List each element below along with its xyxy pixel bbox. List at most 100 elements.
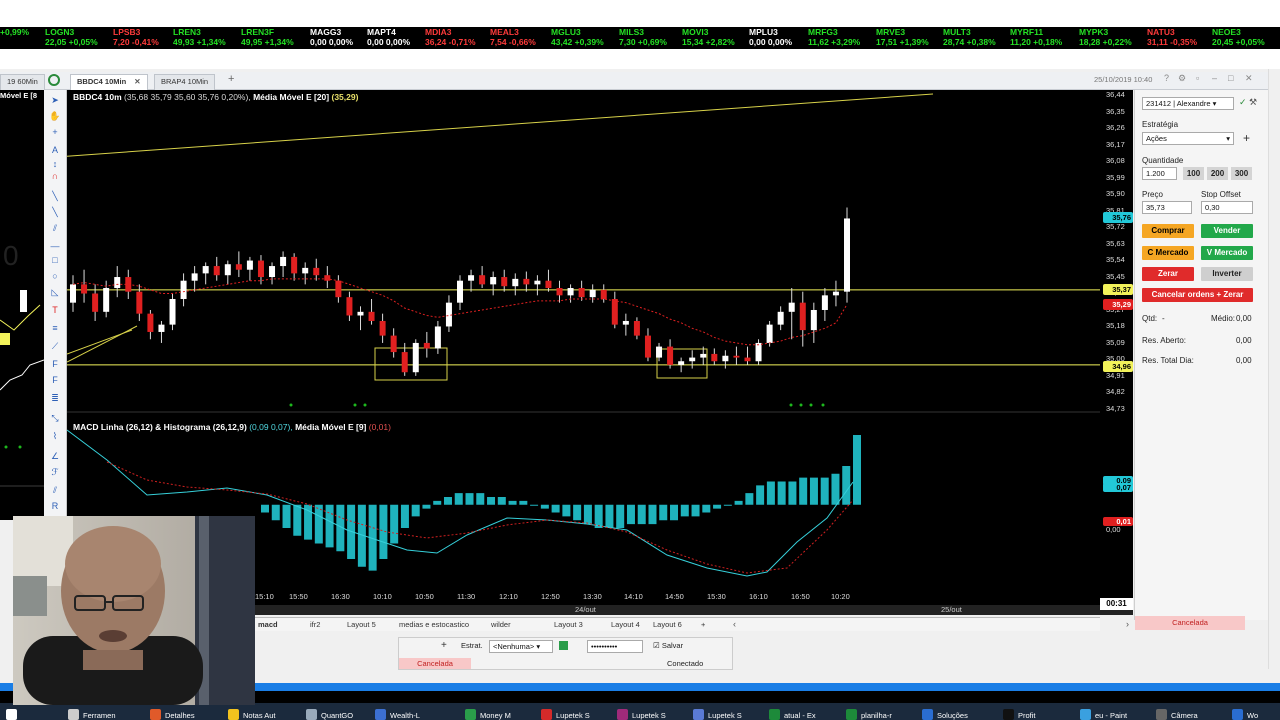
buy-button[interactable]: Comprar [1142, 224, 1194, 238]
fib-fan-icon[interactable]: ℱ [48, 466, 62, 478]
sell-market-button[interactable]: V Mercado [1201, 246, 1253, 260]
window-close-icon[interactable]: ✕ [1245, 73, 1253, 84]
text-tool-icon[interactable]: A [48, 144, 62, 156]
ticker-item[interactable]: LREN3F 49,95 +1,34% [241, 27, 294, 47]
ticker-item[interactable]: MULT3 28,74 +0,38% [943, 27, 996, 47]
ticker-item[interactable]: MYRF11 11,20 +0,18% [1010, 27, 1062, 47]
qty-300-button[interactable]: 300 [1231, 167, 1252, 180]
layout-tab[interactable]: ifr2 [310, 619, 320, 631]
ticker-item[interactable]: +0,99% [0, 27, 29, 37]
tab-brap4[interactable]: BRAP4 10Min [154, 74, 216, 90]
ticker-item[interactable]: MEAL3 7,54 -0,66% [490, 27, 536, 47]
layout-tab[interactable]: Layout 4 [611, 619, 640, 631]
secondary-chart-partial[interactable]: 0 [0, 90, 44, 520]
r-tool-icon[interactable]: R [48, 500, 62, 512]
pointer-icon[interactable]: ➤ [48, 94, 62, 106]
taskbar-item[interactable]: Detalhes [150, 709, 195, 720]
taskbar-item[interactable]: Notas Aut [228, 709, 276, 720]
hline-icon[interactable]: — [48, 240, 62, 252]
start-icon[interactable] [6, 709, 21, 720]
taskbar-item[interactable]: Lupetek S [693, 709, 742, 720]
stop-offset-input[interactable]: 0,30 [1201, 201, 1253, 214]
layout-tab[interactable]: Layout 3 [554, 619, 583, 631]
tabs-scroll-right-icon[interactable]: › [1126, 619, 1129, 629]
crosshair-icon[interactable]: + [48, 126, 62, 138]
ticker-item[interactable]: LOGN3 22,05 +0,05% [45, 27, 98, 47]
trendline-icon[interactable]: ╲ [48, 190, 62, 202]
ticker-item[interactable]: MILS3 7,30 +0,69% [619, 27, 667, 47]
add-icon[interactable]: + [441, 640, 447, 651]
minimize-icon[interactable]: – [1212, 73, 1217, 83]
layout-tab[interactable]: macd [258, 619, 278, 631]
tab-bbdc4[interactable]: BBDC4 10Min ✕ [70, 74, 148, 90]
triangle-icon[interactable]: ◺ [48, 286, 62, 298]
taskbar-item[interactable]: Wealth-L [375, 709, 420, 720]
ticker-item[interactable]: MRFG3 11,62 +3,29% [808, 27, 860, 47]
settings-icon[interactable]: ⚙ [1178, 73, 1186, 84]
ticker-item[interactable]: MPLU3 0,00 0,00% [749, 27, 792, 47]
ellipse-icon[interactable]: ○ [48, 270, 62, 282]
taskbar-item[interactable]: Câmera [1156, 709, 1198, 720]
taskbar-item[interactable]: Wo [1232, 709, 1258, 720]
window-scrollbar[interactable] [1268, 69, 1280, 669]
tabs-scroll-left-icon[interactable]: ‹ [733, 619, 736, 629]
clock-icon[interactable] [48, 74, 60, 86]
layout-tab[interactable]: medias e estocastico [399, 619, 469, 631]
rectangle-icon[interactable]: □ [48, 254, 62, 266]
ticker-item[interactable]: MAGG3 0,00 0,00% [310, 27, 353, 47]
close-icon[interactable]: ✕ [134, 77, 140, 86]
ticker-item[interactable]: NATU3 31,11 -0,35% [1147, 27, 1197, 47]
tools-icon[interactable]: ⚒ [1249, 97, 1257, 108]
taskbar-item[interactable]: planilha-r [846, 709, 892, 720]
arrow-up-down-icon[interactable]: ↕ [48, 158, 62, 170]
channel-icon[interactable]: ⫽ [48, 222, 62, 234]
parallel-lines-icon[interactable]: ≣ [48, 392, 62, 404]
taskbar-item[interactable]: Lupetek S [617, 709, 666, 720]
taskbar-item[interactable]: eu - Paint [1080, 709, 1127, 720]
text-icon[interactable]: T [48, 304, 62, 316]
zero-position-button[interactable]: Zerar [1142, 267, 1194, 281]
add-tab-icon[interactable]: + [228, 73, 234, 85]
angle-icon[interactable]: ∠ [48, 450, 62, 462]
ticker-item[interactable]: MAPT4 0,00 0,00% [367, 27, 410, 47]
ticker-item[interactable]: MDIA3 36,24 -0,71% [425, 27, 476, 47]
sell-button[interactable]: Vender [1201, 224, 1253, 238]
fib-extension-icon[interactable]: F [48, 358, 62, 370]
fan-icon[interactable]: ⟋ [48, 340, 62, 352]
price-input[interactable]: 35,73 [1142, 201, 1192, 214]
qty-200-button[interactable]: 200 [1207, 167, 1228, 180]
taskbar-item[interactable]: Lupetek S [541, 709, 590, 720]
ticker-item[interactable]: MOVI3 15,34 +2,82% [682, 27, 735, 47]
account-check-icon[interactable]: ✓ [1239, 97, 1247, 108]
strategy-bar-icon[interactable] [559, 641, 568, 650]
ticker-item[interactable]: MYPK3 18,28 +0,22% [1079, 27, 1132, 47]
taskbar-item[interactable]: Ferramen [68, 709, 116, 720]
taskbar-item[interactable]: Profit [1003, 709, 1036, 720]
fib-projection-icon[interactable]: F [48, 374, 62, 386]
strategy-select[interactable]: Ações ▾ [1142, 132, 1234, 145]
invert-position-button[interactable]: Inverter [1201, 267, 1253, 281]
fibonacci-icon[interactable]: ≡ [48, 322, 62, 334]
layout-tab[interactable]: Layout 5 [347, 619, 376, 631]
taskbar-item[interactable]: Money M [465, 709, 511, 720]
save-checkbox[interactable]: ☑ Salvar [653, 641, 683, 650]
cycle-icon[interactable]: ⌇ [48, 430, 62, 442]
qty-100-button[interactable]: 100 [1183, 167, 1204, 180]
taskbar-item[interactable]: Soluções [922, 709, 968, 720]
strategy-bar-select[interactable]: <Nenhuma> ▾ [489, 640, 553, 653]
taskbar-item[interactable]: atual - Ex [769, 709, 816, 720]
ticker-item[interactable]: MRVE3 17,51 +1,39% [876, 27, 929, 47]
restore-icon[interactable]: ▫ [1196, 73, 1199, 83]
tab-chart-partial[interactable]: 19 60Min [0, 74, 45, 90]
hand-icon[interactable]: ✋ [48, 110, 62, 122]
layout-tab[interactable]: wilder [491, 619, 511, 631]
help-icon[interactable]: ? [1164, 73, 1169, 83]
measure-icon[interactable]: ⤡ [48, 412, 62, 424]
cancel-orders-zero-button[interactable]: Cancelar ordens + Zerar [1142, 288, 1253, 302]
magnet-icon[interactable]: ∩ [48, 170, 62, 182]
add-layout-icon[interactable]: + [701, 619, 705, 631]
maximize-icon[interactable]: □ [1228, 73, 1233, 83]
ray-icon[interactable]: ╲ [48, 206, 62, 218]
password-field[interactable]: •••••••••• [587, 640, 643, 653]
taskbar-item[interactable]: QuantGO [306, 709, 353, 720]
